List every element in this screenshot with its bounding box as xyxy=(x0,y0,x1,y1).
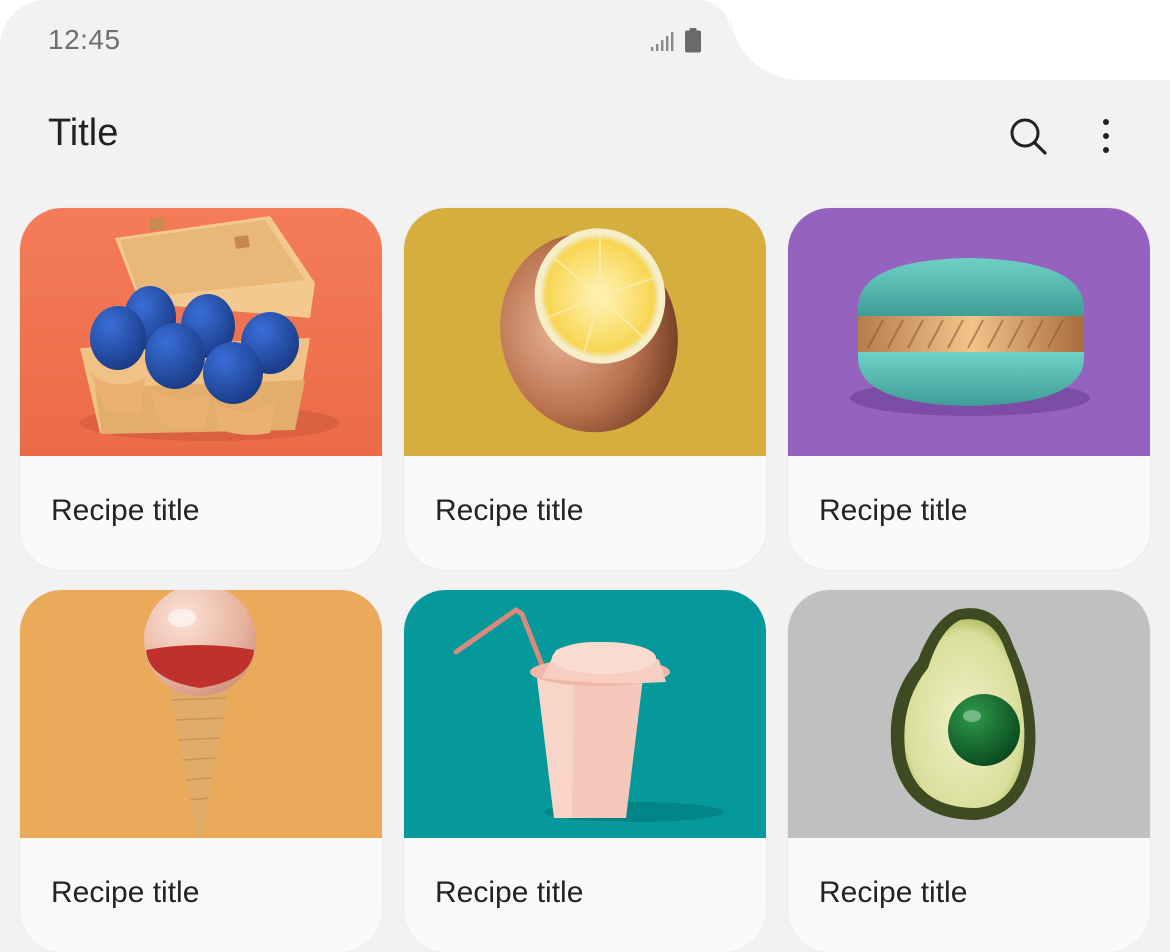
recipe-card[interactable]: Recipe title xyxy=(404,590,766,952)
recipe-image xyxy=(20,208,382,456)
more-vert-icon xyxy=(1103,119,1109,153)
recipe-title: Recipe title xyxy=(51,876,200,909)
screen-cutout xyxy=(700,0,1170,80)
search-button[interactable] xyxy=(1005,114,1049,158)
search-icon xyxy=(1010,118,1047,155)
recipe-image xyxy=(404,208,766,456)
recipe-card[interactable]: Recipe title xyxy=(20,590,382,952)
status-bar: 12:45 xyxy=(0,0,730,80)
recipe-card[interactable]: Recipe title xyxy=(788,208,1150,570)
recipe-image xyxy=(788,590,1150,838)
battery-icon xyxy=(685,28,701,53)
recipe-image xyxy=(788,208,1150,456)
recipe-image xyxy=(404,590,766,838)
recipe-card[interactable]: Recipe title xyxy=(404,208,766,570)
recipe-title: Recipe title xyxy=(51,494,200,527)
more-options-button[interactable] xyxy=(1092,114,1120,158)
page-title: Title xyxy=(48,112,119,154)
recipe-title: Recipe title xyxy=(435,876,584,909)
recipe-card[interactable]: Recipe title xyxy=(788,590,1150,952)
recipe-title: Recipe title xyxy=(819,494,968,527)
recipe-image xyxy=(20,590,382,838)
recipe-card[interactable]: Recipe title xyxy=(20,208,382,570)
recipe-title: Recipe title xyxy=(819,876,968,909)
status-time: 12:45 xyxy=(48,24,121,55)
recipe-title: Recipe title xyxy=(435,494,584,527)
signal-icon xyxy=(651,32,674,51)
app-screen: 12:45 Title Recipe title Recipe title Re… xyxy=(0,0,1170,952)
